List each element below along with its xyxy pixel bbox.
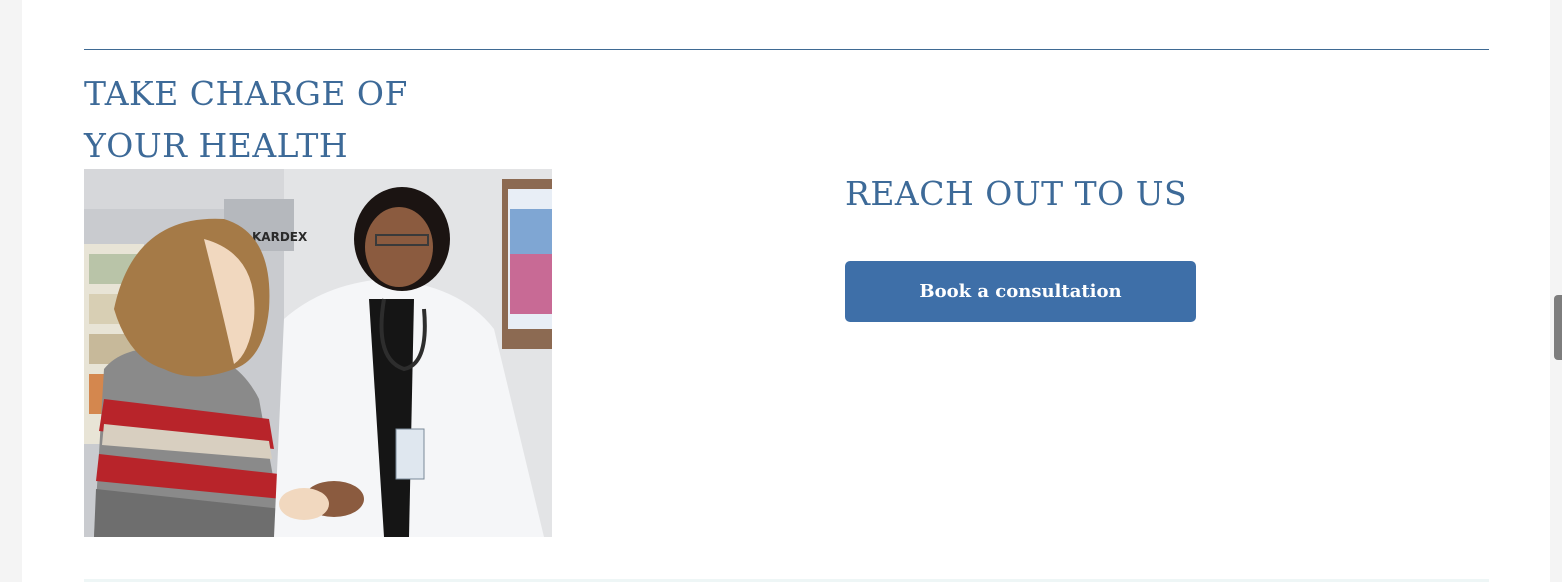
section-divider — [84, 49, 1489, 50]
page-content: TAKE CHARGE OF YOUR HEALTH KARDEX REACH … — [22, 0, 1550, 582]
contact-heading: REACH OUT TO US — [845, 174, 1188, 213]
section-heading-line-2: YOUR HEALTH — [84, 126, 349, 165]
page-scrollbar[interactable] — [1554, 295, 1562, 360]
book-consultation-button[interactable]: Book a consultation — [845, 261, 1196, 322]
section-heading: TAKE CHARGE OF YOUR HEALTH — [84, 68, 408, 172]
kardex-label: KARDEX — [252, 230, 308, 244]
section-heading-line-1: TAKE CHARGE OF — [84, 74, 408, 113]
doctor-patient-photo: KARDEX — [84, 169, 552, 537]
